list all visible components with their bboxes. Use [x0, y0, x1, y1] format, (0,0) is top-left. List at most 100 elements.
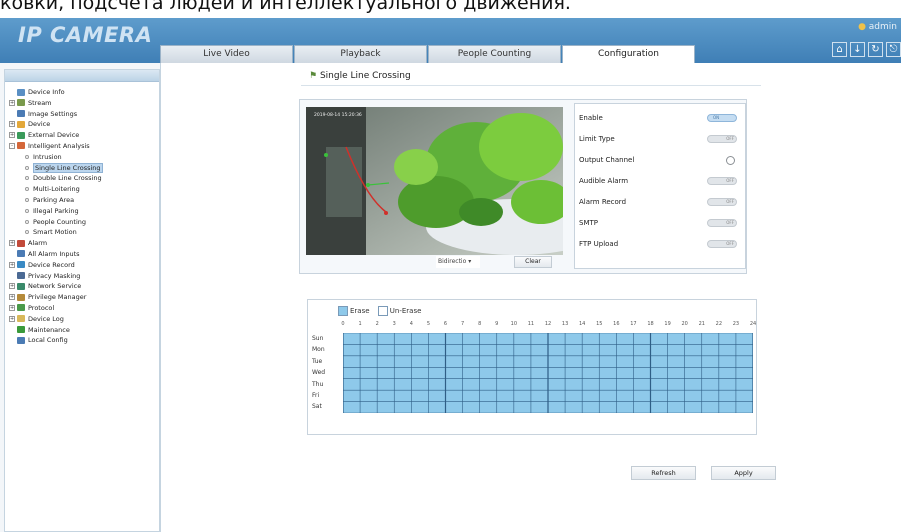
video-frame-image: 2019-08-14 15:20:36 — [306, 107, 563, 255]
tree-expander-icon[interactable]: + — [9, 304, 15, 311]
setting-label: Enable — [579, 114, 603, 122]
exit-icon[interactable]: ⎋ — [886, 42, 901, 57]
tree-leaf-icon — [25, 165, 29, 170]
setting-label: Output Channel — [579, 156, 635, 164]
setting-row: Audible Alarm OFF — [579, 175, 743, 187]
sidebar-item[interactable]: All Alarm Inputs — [5, 249, 159, 260]
hour-tick-label: 0 — [341, 321, 345, 327]
sidebar-item[interactable]: Image Settings — [5, 109, 159, 120]
alarm-settings-panel: Enable ON Limit Type OFF Output Channel Audib… — [574, 103, 746, 269]
tree-expander-icon[interactable]: + — [9, 261, 15, 268]
sidebar-item[interactable]: Maintenance — [5, 325, 159, 336]
network-icon — [17, 282, 25, 290]
sidebar-item-label: Image Settings — [28, 109, 78, 118]
sidebar-item[interactable]: Privacy Masking — [5, 271, 159, 282]
setting-toggle[interactable]: OFF — [707, 135, 737, 143]
intelligent-icon — [17, 142, 25, 150]
refresh-icon[interactable]: ↻ — [868, 42, 883, 57]
sidebar-item[interactable]: Multi-Loitering — [5, 184, 159, 195]
sidebar-item[interactable]: Single Line Crossing — [5, 162, 159, 174]
sidebar-item-label: Device Record — [28, 260, 75, 269]
tree-leaf-icon — [25, 187, 29, 192]
live-video-preview[interactable]: 2019-08-14 15:20:36 — [306, 107, 563, 255]
stream-icon — [17, 99, 25, 107]
erase-label[interactable]: Erase — [350, 307, 370, 315]
privilege-icon — [17, 293, 25, 301]
sidebar-item-label: Device Info — [28, 88, 65, 96]
sidebar-item-label: Protocol — [28, 303, 55, 312]
sidebar-item[interactable]: - Intelligent Analysis — [5, 141, 159, 152]
page-title-label: Single Line Crossing — [319, 71, 411, 81]
tab-configuration[interactable]: Configuration — [562, 45, 695, 64]
tab-people-counting[interactable]: People Counting — [428, 45, 561, 63]
logo: IP CAMERA — [18, 23, 153, 47]
tree-expander-icon[interactable]: + — [9, 294, 15, 301]
tree-expander-icon[interactable]: + — [9, 121, 15, 128]
clear-button[interactable]: Clear — [514, 256, 552, 268]
hour-tick-label: 1 — [358, 321, 362, 327]
setting-row: SMTP OFF — [579, 217, 743, 229]
device-icon — [17, 120, 25, 128]
refresh-button[interactable]: Refresh — [631, 466, 696, 480]
hour-tick-label: 4 — [409, 321, 413, 327]
sidebar-item[interactable]: + Device Log — [5, 314, 159, 325]
hour-tick-label: 2 — [375, 321, 379, 327]
schedule-grid[interactable] — [343, 333, 753, 413]
sidebar-item[interactable]: + Network Service — [5, 281, 159, 292]
tree-expander-icon[interactable]: + — [9, 315, 15, 322]
setting-toggle[interactable]: ON — [707, 114, 737, 122]
erase-swatch[interactable] — [338, 306, 348, 316]
output-channel-radio[interactable] — [726, 156, 735, 165]
hour-tick-label: 18 — [647, 321, 654, 327]
tree-leaf-icon — [25, 154, 29, 159]
video-panel: 2019-08-14 15:20:36 Bidirectio ▾ Clear E… — [299, 99, 747, 274]
direction-select[interactable]: Bidirectio ▾ — [436, 256, 480, 268]
setting-toggle[interactable]: OFF — [707, 219, 737, 227]
sidebar-item[interactable]: + Device Record — [5, 260, 159, 271]
tree-expander-icon[interactable]: + — [9, 283, 15, 290]
unerase-label[interactable]: Un-Erase — [390, 307, 422, 315]
setting-toggle[interactable]: OFF — [707, 177, 737, 185]
download-icon[interactable]: ↓ — [850, 42, 865, 57]
setting-label: FTP Upload — [579, 240, 619, 248]
day-labels: Sun Mon Tue Wed Thu Fri Sat — [312, 333, 325, 413]
setting-toggle[interactable]: OFF — [707, 240, 737, 248]
maintenance-icon — [17, 326, 25, 334]
user-info[interactable]: ● admin — [858, 22, 897, 32]
setting-row: Output Channel — [579, 154, 743, 166]
tree-expander-icon[interactable]: + — [9, 240, 15, 247]
protocol-icon — [17, 304, 25, 312]
sidebar-item[interactable]: + Alarm — [5, 238, 159, 249]
local-config-icon — [17, 336, 25, 344]
video-timestamp: 2019-08-14 15:20:36 — [314, 112, 362, 118]
sidebar-item[interactable]: Smart Motion — [5, 227, 159, 238]
info-icon — [17, 88, 25, 96]
apply-button[interactable]: Apply — [711, 466, 776, 480]
sidebar-item[interactable]: Intrusion — [5, 152, 159, 163]
sidebar-item[interactable]: + Privilege Manager — [5, 292, 159, 303]
sidebar-item-label: Device — [28, 120, 51, 129]
setting-toggle[interactable]: OFF — [707, 198, 737, 206]
tree-expander-icon[interactable]: + — [9, 132, 15, 139]
sidebar-item[interactable]: Illegal Parking — [5, 206, 159, 217]
tree-expander-icon[interactable]: + — [9, 99, 15, 106]
setting-label: Audible Alarm — [579, 177, 629, 185]
sidebar-item[interactable]: People Counting — [5, 217, 159, 228]
sidebar-item[interactable]: + Device — [5, 119, 159, 130]
home-icon[interactable]: ⌂ — [832, 42, 847, 57]
sidebar-item-label: Single Line Crossing — [33, 162, 103, 173]
tree-expander-icon[interactable]: - — [9, 142, 15, 149]
sidebar-item[interactable]: Device Info — [5, 87, 159, 98]
sidebar-item[interactable]: + External Device — [5, 130, 159, 141]
unerase-swatch[interactable] — [377, 306, 388, 316]
sidebar-item[interactable]: + Stream — [5, 98, 159, 109]
sidebar-item[interactable]: Double Line Crossing — [5, 173, 159, 184]
day-label: Sun — [312, 335, 324, 342]
sidebar-item[interactable]: Parking Area — [5, 195, 159, 206]
sidebar-item-label: Privacy Masking — [28, 271, 81, 280]
sidebar-item[interactable]: + Protocol — [5, 303, 159, 314]
tab-live-video[interactable]: Live Video — [160, 45, 293, 63]
sidebar-item[interactable]: Local Config — [5, 335, 159, 346]
tab-playback[interactable]: Playback — [294, 45, 427, 63]
hour-tick-label: 8 — [478, 321, 482, 327]
